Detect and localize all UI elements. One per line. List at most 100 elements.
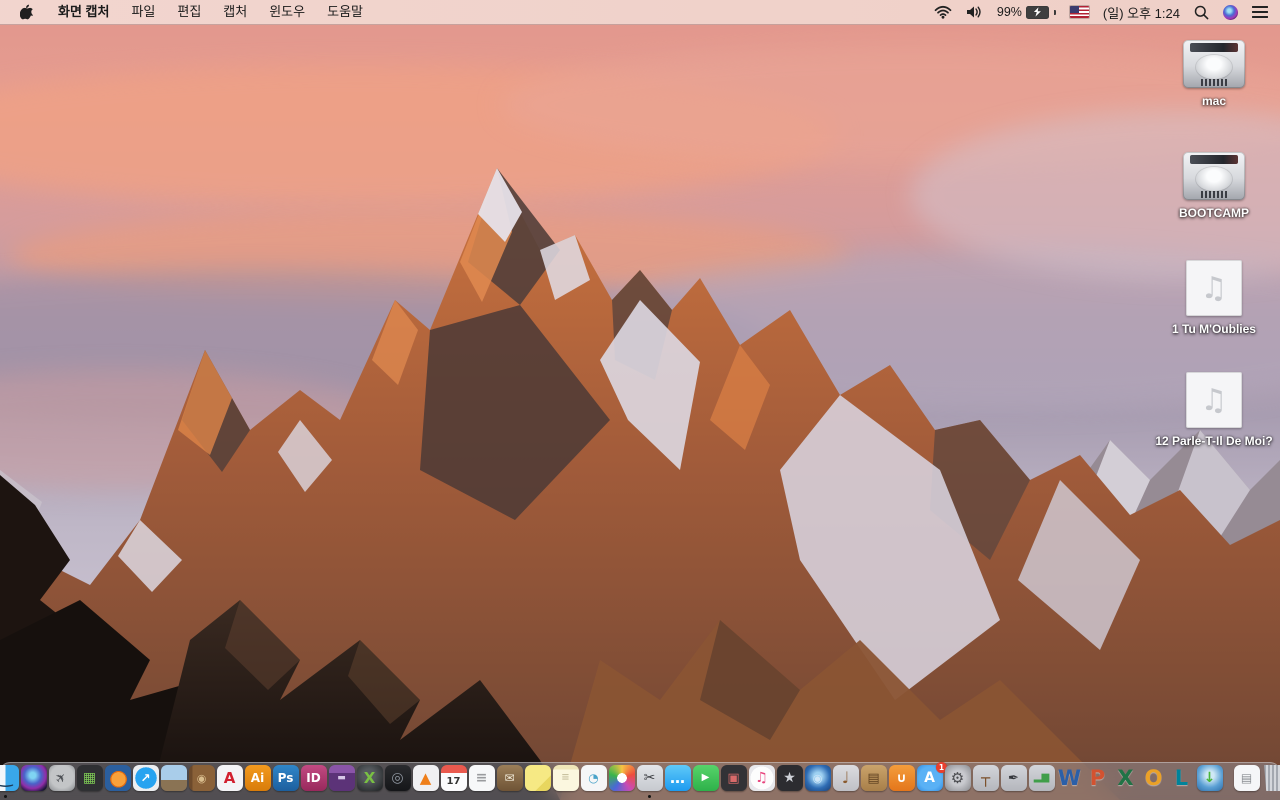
apple-logo-icon — [20, 4, 33, 20]
dock-item-word[interactable]: W — [1056, 765, 1083, 791]
dock-item-system-preferences[interactable]: ⚙ — [944, 765, 971, 791]
dock-item-safari[interactable]: ↗ — [132, 765, 159, 791]
ibooks-icon: ∪ — [888, 765, 915, 791]
mailbox-app-icon: ✉ — [496, 765, 523, 791]
imovie-icon: ★ — [776, 765, 803, 791]
volume-icon[interactable] — [966, 5, 983, 19]
dock-item-planner-app[interactable]: ◔ — [580, 765, 607, 791]
wifi-icon[interactable] — [934, 5, 952, 19]
dock-item-lync[interactable]: L — [1168, 765, 1195, 791]
dock-item-calendar[interactable]: 17 — [440, 765, 467, 791]
dock-item-garageband[interactable]: ♩ — [832, 765, 859, 791]
facetime-icon: ▶ — [692, 765, 719, 791]
desktop-wallpaper — [0, 0, 1280, 800]
dock-item-outlook[interactable]: O — [1140, 765, 1167, 791]
dock-item-firefox[interactable] — [104, 765, 131, 791]
spotlight-icon[interactable] — [1194, 5, 1209, 20]
dock-item-preview[interactable] — [160, 765, 187, 791]
dock-item-downloads-document[interactable]: ▤ — [1233, 765, 1260, 791]
desktop-icon-label: BOOTCAMP — [1179, 206, 1249, 220]
dock-item-facetime[interactable]: ▶ — [692, 765, 719, 791]
apple-menu[interactable] — [14, 4, 47, 20]
menu-help[interactable]: 도움말 — [316, 0, 374, 24]
dock-item-vlc[interactable]: ▲ — [412, 765, 439, 791]
battery-indicator[interactable]: 99% — [997, 5, 1056, 19]
menu-window[interactable]: 윈도우 — [258, 0, 316, 24]
dock-item-photo-booth[interactable]: ▣ — [720, 765, 747, 791]
dock-item-trash[interactable] — [1261, 765, 1280, 791]
dock-item-photos[interactable] — [608, 765, 635, 791]
dock-item-launchpad[interactable]: ✈ — [48, 765, 75, 791]
dock-item-indesign[interactable]: ID — [300, 765, 327, 791]
dock-item-stickies[interactable] — [524, 765, 551, 791]
desktop-icon-bootcamp[interactable]: BOOTCAMP — [1152, 152, 1276, 221]
dock-item-mailbox-app[interactable]: ✉ — [496, 765, 523, 791]
firefox-icon — [104, 765, 131, 791]
hard-drive-icon — [1183, 40, 1245, 88]
finder-icon: ‿ — [0, 765, 19, 791]
messages-icon: … — [664, 765, 691, 791]
dock-item-disc-drive-app[interactable]: ◎ — [384, 765, 411, 791]
menu-capture[interactable]: 캡처 — [212, 0, 258, 24]
menu-app-name[interactable]: 화면 캡처 — [47, 0, 120, 24]
indesign-icon: ID — [300, 765, 327, 791]
notepad-app-icon: ≡ — [552, 765, 579, 791]
menu-clock[interactable]: (일) 오후 1:24 — [1103, 3, 1180, 22]
menu-bar: 화면 캡처 파일 편집 캡처 윈도우 도움말 99% (일) 오후 1:24 — [0, 0, 1280, 25]
excel-icon: X — [1117, 765, 1134, 790]
hard-drive-icon — [1183, 152, 1245, 200]
siri-icon[interactable] — [1223, 4, 1238, 20]
toast-icon: ▬ — [328, 765, 355, 791]
dock-item-mission-control[interactable]: ▦ — [76, 765, 103, 791]
outlook-icon: O — [1144, 765, 1163, 790]
dock-item-dvd-app[interactable]: ◉ — [804, 765, 831, 791]
dock-item-itunes[interactable]: ♫ — [748, 765, 775, 791]
menu-file[interactable]: 파일 — [120, 0, 166, 24]
pages-icon: ✒ — [1000, 765, 1027, 791]
dock-item-app-store[interactable]: A1 — [916, 762, 947, 791]
dock-item-web-downloader[interactable]: ↓ — [1196, 765, 1223, 791]
dock-item-contacts[interactable]: ◉ — [188, 765, 215, 791]
dock-item-ibooks[interactable]: ∪ — [888, 765, 915, 791]
dock-item-grab-screen-capture[interactable]: ✂ — [636, 765, 663, 798]
dock-item-illustrator[interactable]: Ai — [244, 765, 271, 791]
illustrator-icon: Ai — [244, 765, 271, 791]
dock-item-acrobat[interactable]: A — [216, 765, 243, 791]
dock-item-messages[interactable]: … — [664, 765, 691, 791]
notification-center-icon[interactable] — [1252, 6, 1268, 18]
dock-item-powerpoint[interactable]: P — [1084, 765, 1111, 791]
dock-item-finder[interactable]: ‿ — [0, 765, 19, 798]
dock-item-excel[interactable]: X — [1112, 765, 1139, 791]
photoshop-icon: Ps — [272, 765, 299, 791]
dock-item-imovie[interactable]: ★ — [776, 765, 803, 791]
dock-item-numbers[interactable]: ▂▆ — [1028, 765, 1055, 791]
battery-percent: 99% — [996, 5, 1022, 19]
app-store-icon: A1 — [916, 762, 947, 791]
numbers-icon: ▂▆ — [1028, 765, 1055, 791]
web-downloader-icon: ↓ — [1196, 765, 1223, 791]
dock-item-pages[interactable]: ✒ — [1000, 765, 1027, 791]
desktop-icon-parle-t-il[interactable]: ♫ 12 Parle-T-Il De Moi? — [1152, 372, 1276, 449]
dock: ‿✈▦↗◉AAiPsID▬X◎▲17≡✉≡◔✂…▶▣♫★◉♩▤∪A1⚙┬✒▂▆W… — [0, 762, 1280, 800]
dock-item-keynote[interactable]: ┬ — [972, 765, 999, 791]
dock-item-reminders[interactable]: ≡ — [468, 765, 495, 791]
menu-edit[interactable]: 편집 — [166, 0, 212, 24]
vlc-icon: ▲ — [412, 765, 439, 791]
dock-item-siri[interactable] — [20, 765, 47, 791]
grab-screen-capture-icon: ✂ — [636, 765, 663, 791]
desktop-icon-label: 12 Parle-T-Il De Moi? — [1155, 434, 1273, 448]
battery-charging-icon — [1025, 5, 1049, 19]
keynote-icon: ┬ — [972, 765, 999, 791]
stickies-icon — [524, 765, 551, 791]
disc-drive-app-icon: ◎ — [384, 765, 411, 791]
audio-file-icon: ♫ — [1186, 372, 1242, 428]
dock-item-toast[interactable]: ▬ — [328, 765, 355, 791]
dock-item-notepad-app[interactable]: ≡ — [552, 765, 579, 791]
dock-item-newsstand-app[interactable]: ▤ — [860, 765, 887, 791]
dock-item-photoshop[interactable]: Ps — [272, 765, 299, 791]
keyboard-flag-icon[interactable] — [1069, 6, 1089, 18]
dock-item-green-x-app[interactable]: X — [356, 765, 383, 791]
desktop-icon-mac[interactable]: mac — [1152, 40, 1276, 109]
desktop-icon-tu-moublies[interactable]: ♫ 1 Tu M'Oublies — [1152, 260, 1276, 337]
audio-file-icon: ♫ — [1186, 260, 1242, 316]
